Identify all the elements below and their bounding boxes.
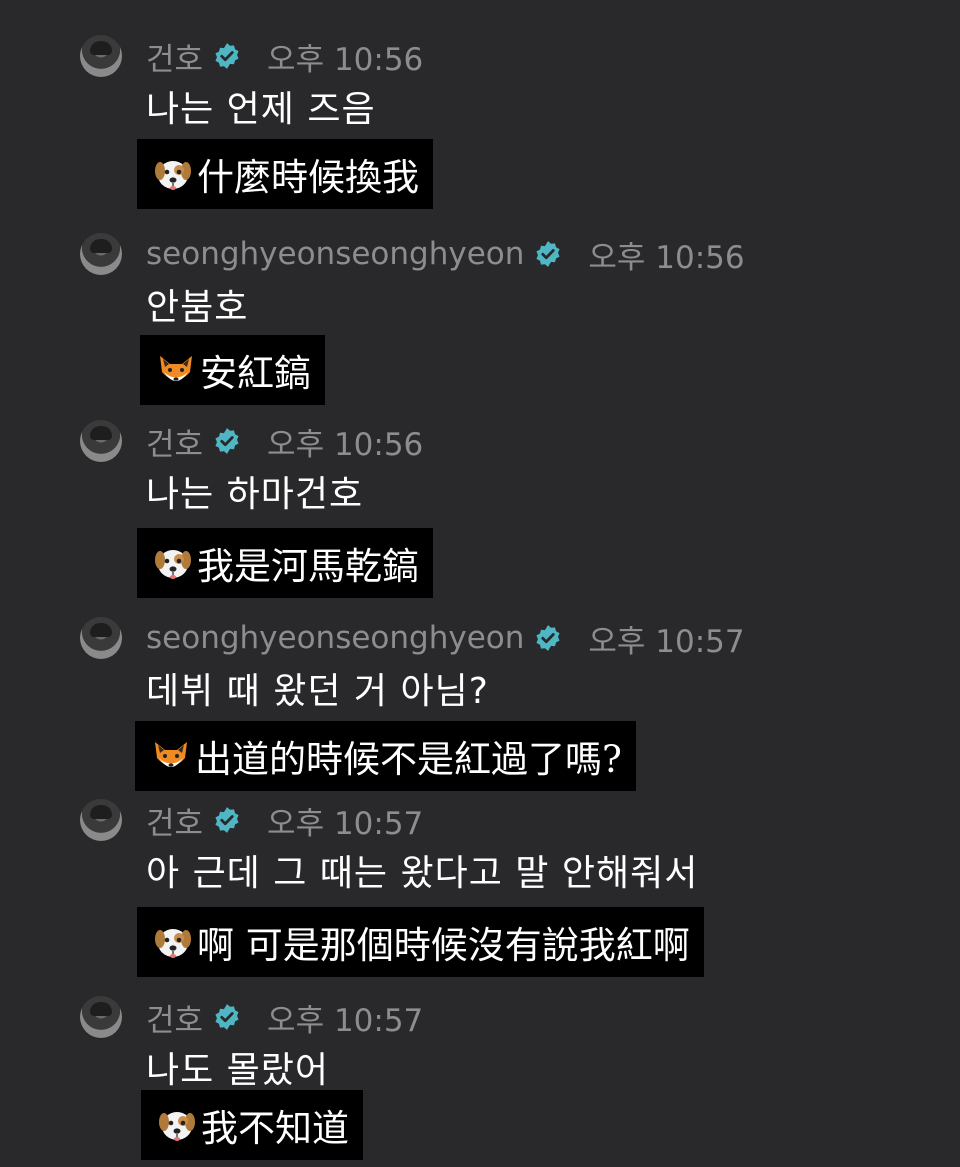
verified-badge-icon xyxy=(215,43,239,69)
subtitle-caption: 啊 可是那個時候沒有說我紅啊 xyxy=(137,907,704,977)
subtitle-caption: 我不知道 xyxy=(141,1090,363,1160)
sender-name[interactable]: 건호 xyxy=(146,34,203,79)
message-text: 안붐호 xyxy=(146,287,249,328)
subtitle-caption: 安紅鎬 xyxy=(140,335,325,405)
subtitle-text: 我是河馬乾鎬 xyxy=(197,545,419,588)
verified-badge-icon xyxy=(536,241,560,267)
subtitle-text: 安紅鎬 xyxy=(200,352,311,395)
subtitle-caption: 出道的時候不是紅過了嗎? xyxy=(135,721,636,791)
message-time: 오후 10:57 xyxy=(267,805,424,842)
message-text: 나는 하마건호 xyxy=(146,474,364,515)
sender-name[interactable]: 건호 xyxy=(146,419,203,464)
sender-name[interactable]: seonghyeonseonghyeon xyxy=(146,620,524,656)
verified-badge-icon xyxy=(215,1004,239,1030)
verified-badge-icon xyxy=(215,807,239,833)
subtitle-caption: 我是河馬乾鎬 xyxy=(137,528,433,598)
dog-icon xyxy=(155,161,191,190)
sender-name[interactable]: 건호 xyxy=(146,995,203,1040)
subtitle-text: 啊 可是那個時候沒有說我紅啊 xyxy=(197,924,690,967)
sender-name[interactable]: 건호 xyxy=(146,798,203,843)
avatar[interactable] xyxy=(80,996,122,1038)
message-time: 오후 10:57 xyxy=(267,1002,424,1039)
message-time: 오후 10:56 xyxy=(267,41,424,78)
message-time: 오후 10:57 xyxy=(588,623,745,660)
message-meta: 건호 오후 10:56 xyxy=(146,34,424,79)
message-text: 나도 몰랐어 xyxy=(146,1050,330,1091)
avatar[interactable] xyxy=(80,617,122,659)
fox-icon xyxy=(155,742,187,767)
subtitle-caption: 什麼時候換我 xyxy=(137,139,433,209)
message-meta: 건호 오후 10:57 xyxy=(146,798,424,843)
message-text: 데뷔 때 왔던 거 아님? xyxy=(146,671,489,712)
message-meta: seonghyeonseonghyeon 오후 10:56 xyxy=(146,233,745,276)
subtitle-text: 我不知道 xyxy=(201,1107,349,1150)
message-meta: 건호 오후 10:56 xyxy=(146,419,424,464)
message-time: 오후 10:56 xyxy=(588,239,745,276)
verified-badge-icon xyxy=(215,428,239,454)
avatar[interactable] xyxy=(80,233,122,275)
message-meta: seonghyeonseonghyeon 오후 10:57 xyxy=(146,617,745,660)
message-meta: 건호 오후 10:57 xyxy=(146,995,424,1040)
dog-icon xyxy=(155,550,191,579)
avatar[interactable] xyxy=(80,799,122,841)
message-text: 나는 언제 즈음 xyxy=(146,89,376,130)
subtitle-text: 出道的時候不是紅過了嗎? xyxy=(195,738,622,781)
message-text: 아 근데 그 때는 왔다고 말 안해줘서 xyxy=(146,853,699,894)
sender-name[interactable]: seonghyeonseonghyeon xyxy=(146,236,524,272)
subtitle-text: 什麼時候換我 xyxy=(197,156,419,199)
verified-badge-icon xyxy=(536,625,560,651)
avatar[interactable] xyxy=(80,35,122,77)
message-time: 오후 10:56 xyxy=(267,426,424,463)
avatar[interactable] xyxy=(80,420,122,462)
dog-icon xyxy=(159,1112,195,1141)
dog-icon xyxy=(155,929,191,958)
fox-icon xyxy=(160,356,192,381)
